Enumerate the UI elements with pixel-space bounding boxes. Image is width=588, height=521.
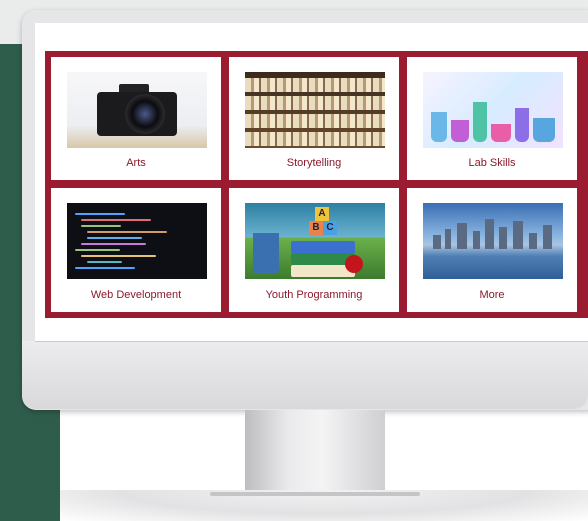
flask [431, 112, 447, 142]
tile-label-arts: Arts [126, 157, 146, 169]
tile-web-development[interactable]: Web Development [51, 188, 221, 312]
tile-label-more: More [479, 289, 505, 301]
building [473, 231, 480, 249]
abc-block: A [315, 207, 329, 221]
building [529, 233, 537, 249]
tile-arts[interactable]: Arts [51, 57, 221, 180]
books-row [245, 96, 385, 110]
camera-photo [67, 72, 207, 148]
flask [491, 124, 511, 142]
books-row [245, 78, 385, 92]
building [433, 235, 441, 249]
monitor-stand [245, 410, 385, 494]
books-row [245, 114, 385, 128]
pencil-cup [253, 233, 279, 273]
building [499, 227, 507, 249]
tile-lab-skills[interactable]: Lab Skills [407, 57, 577, 180]
monitor-chin [22, 341, 588, 409]
tile-label-web-development: Web Development [90, 289, 182, 301]
building [543, 225, 552, 249]
apple [345, 255, 363, 273]
laptop-code-photo [67, 203, 207, 279]
tile-label-youth-programming: Youth Programming [265, 289, 363, 301]
building [445, 229, 451, 249]
school-books-photo: A B C [245, 203, 385, 279]
code-line [81, 243, 146, 245]
book [291, 241, 355, 253]
abc-block: C [323, 221, 337, 235]
code-line [75, 249, 120, 251]
code-line [87, 261, 122, 263]
tile-label-storytelling: Storytelling [286, 157, 342, 169]
code-line [87, 237, 142, 239]
camera-lens [125, 94, 165, 134]
building [457, 223, 467, 249]
tile-more[interactable]: More [407, 188, 577, 312]
code-line [75, 267, 135, 269]
tile-storytelling[interactable]: Storytelling [229, 57, 399, 180]
lab-flasks-photo [423, 72, 563, 148]
code-line [81, 219, 151, 221]
abc-block: B [309, 221, 323, 235]
monitor-base-edge [210, 492, 420, 496]
books-row [245, 132, 385, 146]
tile-youth-programming[interactable]: A B C Youth Programming [229, 188, 399, 312]
building [485, 219, 494, 249]
tile-label-lab-skills: Lab Skills [468, 157, 516, 169]
city-skyline-photo [423, 203, 563, 279]
code-line [75, 213, 125, 215]
building [513, 221, 523, 249]
flask [515, 108, 529, 142]
flask [451, 120, 469, 142]
flask [473, 102, 487, 142]
code-line [87, 231, 167, 233]
category-grid: Arts Storytelling Lab Skills Web Develop… [45, 51, 588, 318]
flask [533, 118, 555, 142]
code-line [81, 255, 156, 257]
code-line [81, 225, 121, 227]
books-stack-photo [245, 72, 385, 148]
